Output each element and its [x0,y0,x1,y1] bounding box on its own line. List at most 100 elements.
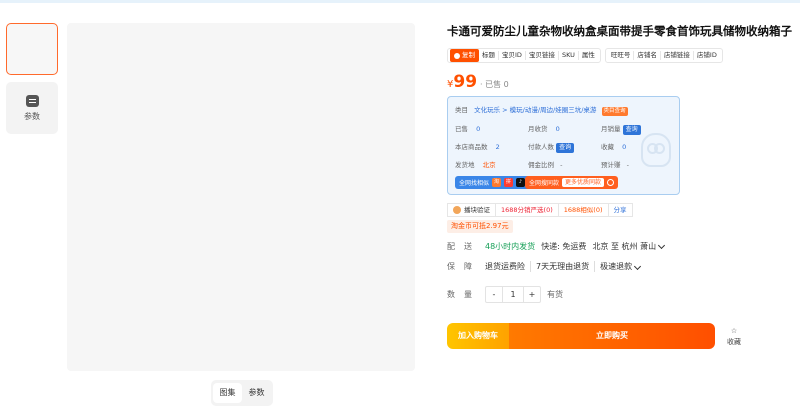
coin-discount-badge: 淘金币可抵2.97元 [447,220,513,233]
sold-cell: 已售 0 [455,123,480,133]
tab-params[interactable]: 参数 [242,383,271,403]
copy-shop-name-button[interactable]: 店铺名 [634,51,661,60]
ship-from-label: 发货地 [455,161,475,169]
monthly-received-cell: 月收货 0 [528,123,560,133]
thumbnail-main-image[interactable] [6,23,58,75]
estimate-value: - [626,161,629,169]
payers-label: 付款人数 [528,143,554,151]
top-line [0,0,800,3]
payers-cell: 付款人数 查询 [528,141,575,153]
quantity-stepper: - 1 + [485,286,541,303]
copy-group-shop: 旺旺号 店铺名 店铺链接 店铺ID [604,48,723,63]
copy-attributes-button[interactable]: 属性 [579,51,598,60]
chevron-down-icon [634,262,642,271]
buy-now-button[interactable]: 立即购买 [509,323,715,349]
payers-query-button[interactable]: 查询 [556,143,575,153]
shop-items-cell: 本店商品数 2 [455,141,500,151]
delivery-row: 配送 48小时内发货 快递: 免运费 北京 至 杭州 萧山 [447,241,666,252]
copy-shop-id-button[interactable]: 店铺ID [694,51,720,60]
delivery-label: 配送 [447,242,481,251]
guarantee-7day-return: 7天无理由退货 [536,261,596,272]
delivery-fee: 快递: 免运费 [541,242,587,251]
quantity-row: 数量 - 1 + 有货 [447,286,563,303]
monthly-sales-label: 月销量 [601,125,621,133]
search-icon[interactable] [607,179,615,186]
delivery-promise: 48小时内发货 [485,242,536,251]
guarantee-row: 保障 退货运费险 7天无理由退货 极速退款 [447,261,642,272]
quantity-label: 数量 [447,290,481,299]
guarantee-fast-refund-label: 极速退款 [600,262,633,271]
category-row: 类目 文化玩乐 > 模玩/动漫/周边/娃圈三坑/桌游 类目查询 [455,104,628,116]
copy-shop-link-button[interactable]: 店铺链接 [661,51,694,60]
gallery-tabs: 图集 参数 [211,380,273,406]
commission-label: 佣金比例 [528,161,554,169]
quantity-plus-button[interactable]: + [524,287,540,302]
copy-group-item: 复制 标题 宝贝ID 宝贝链接 SKU 属性 [447,48,601,63]
plugin-links-row: 播块验证 1688分销严选(0) 1688相似(0) 分享 [447,203,633,217]
product-title: 卡通可爱防尘儿童杂物收纳盒桌面带提手零食首饰玩具储物收纳箱子 [447,24,792,38]
monthly-received-label: 月收货 [528,125,548,133]
owl-watermark-icon [641,133,671,167]
copy-button[interactable]: 复制 [450,49,479,62]
monthly-sales-query-button[interactable]: 查询 [622,125,641,135]
add-to-cart-button[interactable]: 加入购物车 [447,323,509,349]
estimate-cell: 预计赚 - [601,159,629,169]
tab-gallery[interactable]: 图集 [213,383,242,403]
favorite-button[interactable]: ☆ 收藏 [727,325,741,347]
sold-count: · 已售 0 [480,80,509,89]
params-icon [25,95,39,107]
verify-button[interactable]: 播块验证 [447,203,496,217]
stock-status: 有货 [547,290,563,299]
distribution-link[interactable]: 1688分销严选(0) [495,203,559,217]
price-block: ¥ 99 · 已售 0 [447,72,509,92]
thumbnail-params[interactable]: 参数 [6,82,58,134]
find-same-button[interactable]: 全网搜同款 更多优质同款 [525,176,619,189]
guarantee-fast-refund[interactable]: 极速退款 [600,261,642,272]
category-label: 类目 [455,106,468,114]
copy-button-label: 复制 [462,51,475,59]
purchase-actions: 加入购物车 立即购买 [447,323,715,349]
ship-from-cell: 发货地 北京 [455,159,496,169]
main-product-image[interactable] [67,23,415,371]
chef-avatar-icon [453,206,461,214]
sold-value: 0 [476,125,481,133]
shop-items-value: 2 [495,143,500,151]
shop-items-label: 本店商品数 [455,143,488,151]
favorites-value: 0 [622,143,627,151]
category-path-link[interactable]: 文化玩乐 > 模玩/动漫/周边/娃圈三坑/桌游 [474,106,596,114]
find-similar-label: 全网找相似 [459,180,490,187]
price-value: 99 [453,72,478,92]
plugin-info-panel: 类目 文化玩乐 > 模玩/动漫/周边/娃圈三坑/桌游 类目查询 已售 0 月收货… [447,96,680,195]
share-button[interactable]: 分享 [607,203,633,217]
monthly-sales-cell: 月销量 查询 [601,123,641,135]
copy-toolbar: 复制 标题 宝贝ID 宝贝链接 SKU 属性 旺旺号 店铺名 店铺链接 店铺ID [447,48,723,63]
copy-title-button[interactable]: 标题 [479,51,499,60]
thumbnail-params-label: 参数 [24,112,40,121]
monthly-received-value: 0 [555,125,560,133]
copy-wangwang-button[interactable]: 旺旺号 [608,51,635,60]
category-query-badge[interactable]: 类目查询 [601,107,628,116]
find-same-label: 全网搜同款 [529,180,560,187]
pdd-icon: 拼 [504,178,514,187]
favorite-label: 收藏 [727,338,741,346]
delivery-route-selector[interactable]: 北京 至 杭州 萧山 [592,241,656,252]
ship-from-value: 北京 [482,161,496,169]
quantity-input[interactable]: 1 [502,287,524,302]
copy-item-link-button[interactable]: 宝贝链接 [526,51,559,60]
sold-label: 已售 [455,125,468,133]
star-icon: ☆ [730,327,738,335]
copy-sku-button[interactable]: SKU [559,51,579,60]
favorites-label: 收藏 [601,143,614,151]
similar-1688-link[interactable]: 1688相似(0) [557,203,609,217]
quantity-minus-button[interactable]: - [486,287,502,302]
douyin-icon: ♪ [516,178,526,187]
taobao-icon: 淘 [492,178,502,187]
guarantee-label: 保障 [447,262,481,271]
more-same-link[interactable]: 更多优质同款 [562,178,605,187]
verify-label: 播块验证 [464,206,490,214]
favorites-cell: 收藏 0 [601,141,626,151]
chevron-down-icon[interactable] [658,241,666,249]
copy-item-id-button[interactable]: 宝贝ID [499,51,526,60]
guarantee-return-insurance: 退货运费险 [485,261,531,272]
copy-icon [454,52,460,59]
